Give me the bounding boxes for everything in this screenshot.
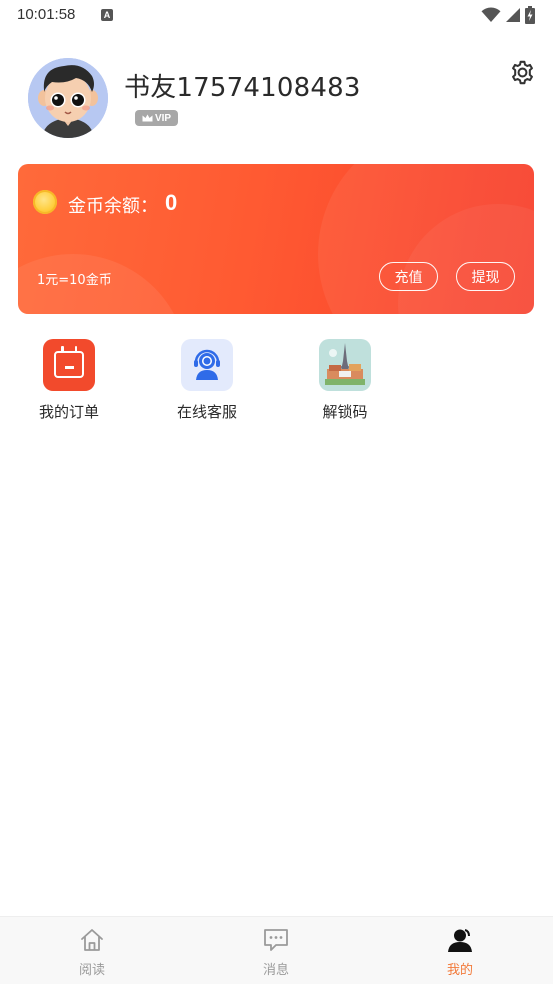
nav-label: 阅读 (78, 963, 105, 978)
recharge-button[interactable]: 充值 (379, 262, 438, 291)
shortcut-unlock-code[interactable]: 解锁码 (295, 339, 395, 422)
status-time: 10:01:58 (17, 6, 76, 23)
status-bar: 10:01:58 A (0, 0, 553, 32)
status-icons (481, 6, 535, 24)
calendar-icon (43, 339, 95, 391)
home-icon (81, 929, 103, 951)
vip-badge: VIP (135, 110, 178, 126)
avatar-image (28, 58, 108, 138)
bottom-navigation: 阅读 消息 我的 (0, 916, 553, 984)
exchange-rate-text: 1元=10金币 (37, 273, 112, 288)
signal-icon (506, 8, 520, 22)
gear-icon[interactable] (509, 59, 536, 86)
user-icon (448, 929, 472, 952)
withdraw-button[interactable]: 提现 (456, 262, 515, 291)
nav-label: 消息 (262, 963, 289, 978)
nav-tab-read[interactable]: 阅读 (0, 917, 184, 984)
wifi-icon (481, 7, 501, 23)
shortcut-label: 在线客服 (176, 403, 237, 421)
coin-icon (33, 190, 57, 214)
username: 书友17574108483 (124, 73, 361, 103)
landmark-icon (319, 339, 371, 391)
avatar[interactable] (28, 58, 108, 138)
coin-balance-label: 金币余额： (68, 196, 158, 217)
message-icon (264, 929, 288, 951)
shortcut-label: 我的订单 (38, 403, 99, 421)
battery-charging-icon (525, 6, 535, 24)
crown-icon (142, 114, 153, 122)
nav-tab-mine[interactable]: 我的 (368, 917, 552, 984)
coin-balance-value: 0 (165, 190, 178, 215)
a-icon: A (101, 9, 113, 21)
nav-label: 我的 (446, 963, 473, 978)
vip-label: VIP (154, 112, 172, 124)
shortcut-online-service[interactable]: 在线客服 (157, 339, 257, 422)
customer-service-icon (181, 339, 233, 391)
shortcut-label: 解锁码 (322, 403, 368, 421)
coin-balance-card: 金币余额： 0 1元=10金币 充值 提现 (18, 164, 534, 314)
nav-tab-messages[interactable]: 消息 (184, 917, 368, 984)
shortcut-my-orders[interactable]: 我的订单 (19, 339, 119, 422)
